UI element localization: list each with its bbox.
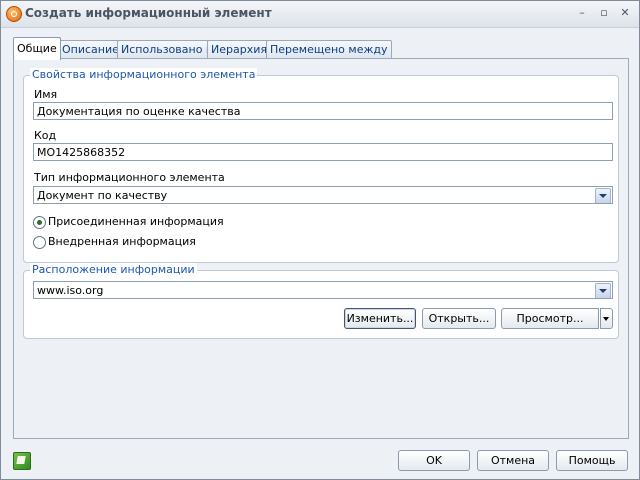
chevron-down-icon[interactable] bbox=[595, 283, 611, 298]
type-label: Тип информационного элемента bbox=[34, 171, 225, 184]
ok-button[interactable]: OK bbox=[398, 450, 470, 471]
tab-moved-between[interactable]: Перемещено между bbox=[266, 40, 392, 59]
cancel-button[interactable]: Отмена bbox=[477, 450, 549, 471]
tab-general[interactable]: Общие bbox=[13, 37, 61, 60]
location-legend: Расположение информации bbox=[30, 263, 197, 276]
location-group: Расположение информации www.iso.org Изме… bbox=[23, 263, 619, 339]
open-button[interactable]: Открыть... bbox=[422, 308, 496, 329]
title-bar[interactable]: Создать информационный элемент – ▫ ✕ bbox=[1, 1, 639, 28]
radio-attached-label: Присоединенная информация bbox=[48, 215, 224, 228]
view-button[interactable]: Просмотр... bbox=[501, 308, 599, 329]
dialog-window: Создать информационный элемент – ▫ ✕ Общ… bbox=[0, 0, 640, 480]
tab-used-in[interactable]: Использовано в bbox=[117, 40, 217, 59]
radio-attached-info[interactable]: Присоединенная информация bbox=[33, 215, 333, 231]
location-value: www.iso.org bbox=[37, 284, 104, 297]
radio-embedded-info[interactable]: Внедренная информация bbox=[33, 235, 333, 251]
change-button[interactable]: Изменить... bbox=[344, 308, 416, 329]
radio-attached-indicator[interactable] bbox=[33, 216, 46, 229]
tab-hierarchy[interactable]: Иерархия bbox=[207, 40, 271, 59]
type-select[interactable]: Документ по качеству bbox=[33, 186, 613, 204]
code-label: Код bbox=[34, 129, 57, 142]
code-field[interactable]: MO1425868352 bbox=[33, 143, 613, 161]
close-button[interactable]: ✕ bbox=[618, 6, 632, 20]
app-logo-icon bbox=[6, 6, 22, 22]
maximize-button[interactable]: ▫ bbox=[597, 6, 611, 20]
type-select-value: Документ по качеству bbox=[37, 189, 168, 202]
radio-embedded-label: Внедренная информация bbox=[48, 235, 196, 248]
location-select[interactable]: www.iso.org bbox=[33, 281, 613, 299]
radio-embedded-indicator[interactable] bbox=[33, 236, 46, 249]
chevron-down-icon[interactable] bbox=[595, 188, 611, 203]
properties-legend: Свойства информационного элемента bbox=[30, 68, 258, 81]
tab-panel-general: Свойства информационного элемента Имя До… bbox=[13, 58, 629, 439]
name-label: Имя bbox=[34, 88, 58, 101]
tab-description[interactable]: Описание bbox=[58, 40, 123, 59]
name-field[interactable]: Документация по оценке качества bbox=[33, 102, 613, 120]
green-book-icon[interactable] bbox=[13, 452, 31, 470]
window-title: Создать информационный элемент bbox=[25, 6, 272, 20]
properties-group: Свойства информационного элемента Имя До… bbox=[23, 68, 619, 263]
view-dropdown-arrow[interactable] bbox=[600, 308, 613, 329]
help-button[interactable]: Помощь bbox=[556, 450, 628, 471]
minimize-button[interactable]: – bbox=[575, 6, 589, 20]
